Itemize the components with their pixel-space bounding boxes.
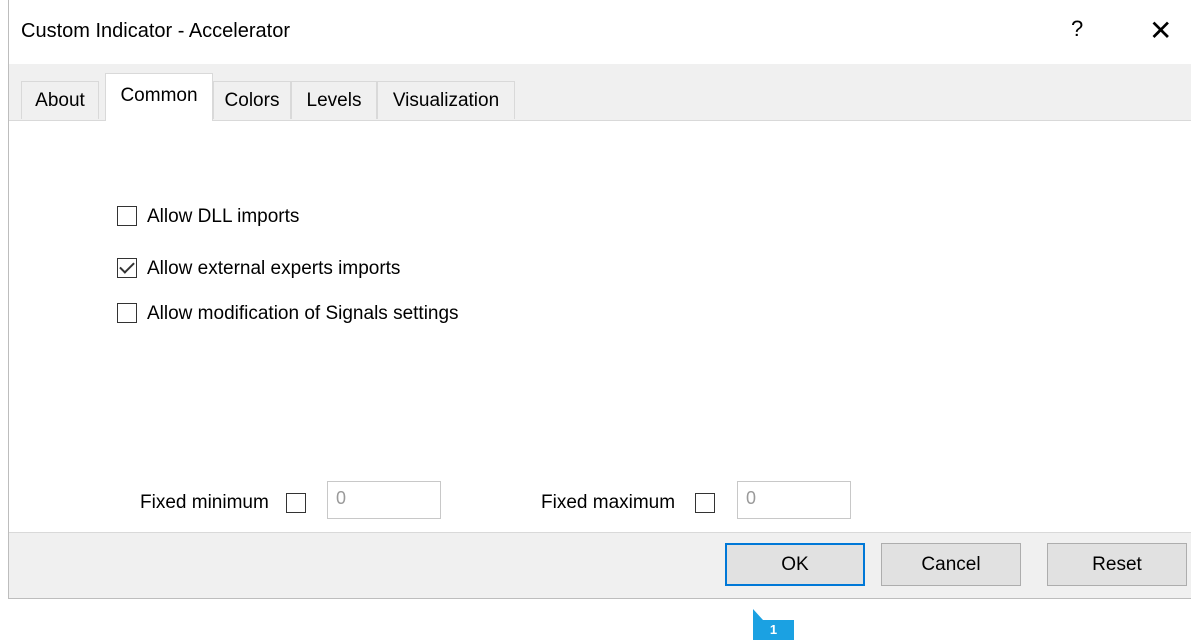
fixed-maximum-checkbox[interactable] bbox=[695, 493, 715, 513]
allow-external-experts-imports-checkbox[interactable] bbox=[117, 258, 137, 278]
window-title: Custom Indicator - Accelerator bbox=[21, 20, 290, 42]
fixed-minimum-label: Fixed minimum bbox=[140, 492, 269, 513]
allow-signals-modification-label: Allow modification of Signals settings bbox=[147, 303, 459, 324]
fixed-maximum-field[interactable]: 0 bbox=[737, 481, 851, 519]
annotation-pointer bbox=[753, 609, 763, 620]
tab-visualization[interactable]: Visualization bbox=[377, 81, 515, 119]
allow-signals-modification-checkbox[interactable] bbox=[117, 303, 137, 323]
help-button[interactable]: ? bbox=[1071, 16, 1083, 42]
tab-common[interactable]: Common bbox=[105, 73, 213, 121]
reset-button[interactable]: Reset bbox=[1047, 543, 1187, 586]
tab-about[interactable]: About bbox=[21, 81, 99, 119]
allow-dll-imports-label: Allow DLL imports bbox=[147, 206, 300, 227]
fixed-minimum-field[interactable]: 0 bbox=[327, 481, 441, 519]
common-tab-panel: Allow DLL imports Allow external experts… bbox=[9, 120, 1191, 533]
ok-button[interactable]: OK bbox=[725, 543, 865, 586]
fixed-minimum-checkbox[interactable] bbox=[286, 493, 306, 513]
allow-dll-imports-checkbox[interactable] bbox=[117, 206, 137, 226]
custom-indicator-dialog: Custom Indicator - Accelerator ? ✕ About… bbox=[8, 0, 1191, 599]
tab-levels[interactable]: Levels bbox=[291, 81, 377, 119]
cancel-button[interactable]: Cancel bbox=[881, 543, 1021, 586]
title-bar: Custom Indicator - Accelerator ? ✕ bbox=[9, 0, 1191, 64]
tab-colors[interactable]: Colors bbox=[213, 81, 291, 119]
allow-external-experts-imports-label: Allow external experts imports bbox=[147, 258, 401, 279]
annotation-badge: 1 bbox=[753, 609, 794, 640]
close-icon[interactable]: ✕ bbox=[1149, 14, 1172, 47]
tab-strip: About Common Colors Levels Visualization bbox=[9, 64, 1191, 121]
annotation-number: 1 bbox=[769, 622, 778, 637]
fixed-maximum-label: Fixed maximum bbox=[541, 492, 676, 513]
